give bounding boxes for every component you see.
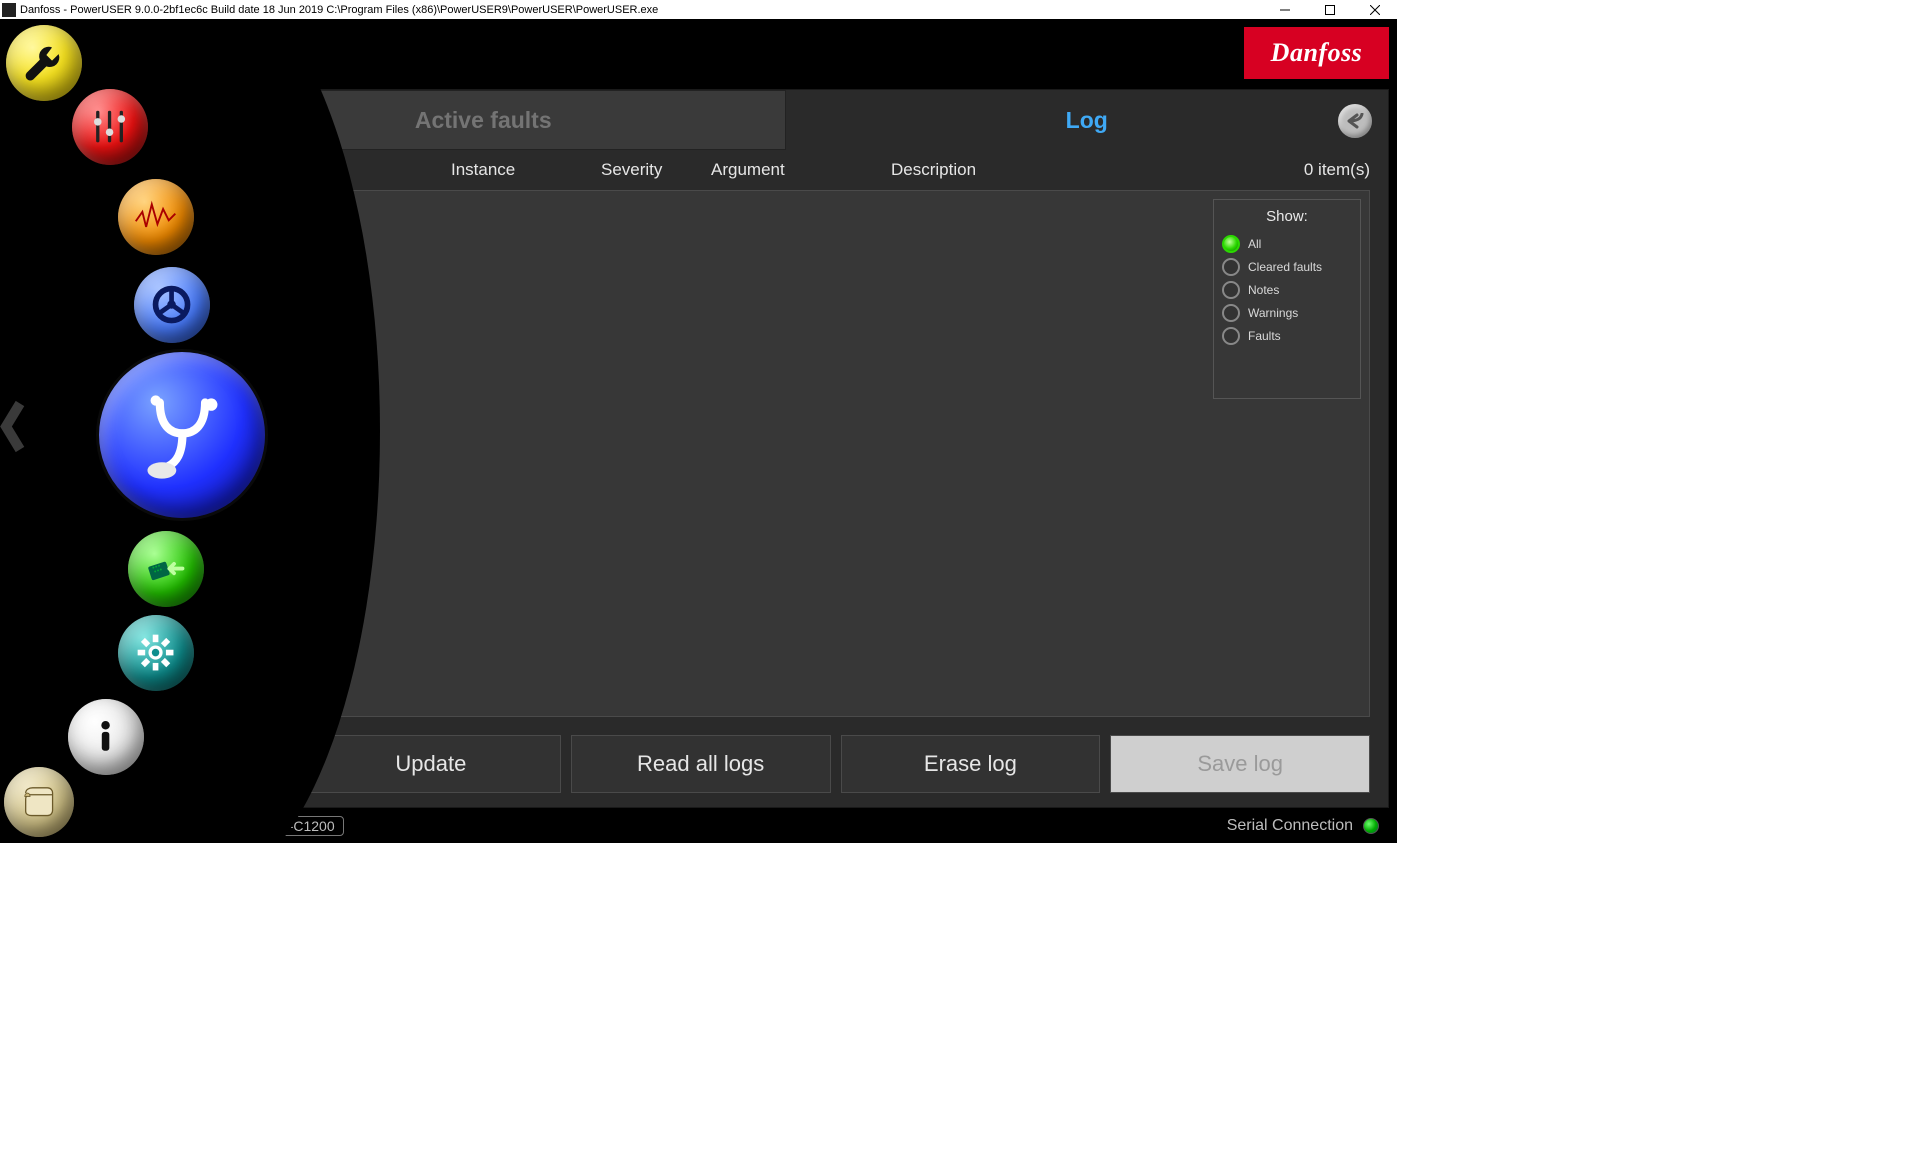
filter-title: Show: (1222, 208, 1352, 225)
nav-gauge[interactable] (134, 267, 210, 343)
radio-icon (1222, 304, 1240, 322)
nav-import[interactable] (128, 531, 204, 607)
nav-tune[interactable] (72, 89, 148, 165)
nav-diagnose[interactable] (96, 349, 268, 521)
back-arrow-icon (1345, 113, 1365, 129)
nav-tools[interactable] (6, 25, 82, 101)
filter-option-warnings[interactable]: Warnings (1222, 304, 1352, 322)
collapse-sidebar-button[interactable] (0, 400, 26, 463)
filter-option-faults[interactable]: Faults (1222, 327, 1352, 345)
filter-option-notes[interactable]: Notes (1222, 281, 1352, 299)
chevron-left-icon (0, 400, 26, 454)
action-button-row: Update Read all logs Erase log Save log (301, 735, 1370, 793)
stethoscope-icon (131, 384, 234, 487)
erase-log-button[interactable]: Erase log (841, 735, 1101, 793)
sliders-icon (86, 103, 133, 150)
status-bar: Inverter EC-C1200 Serial Connection (180, 808, 1397, 843)
tab-log[interactable]: Log (786, 90, 1389, 150)
window-close-button[interactable] (1352, 0, 1397, 19)
radio-icon (1222, 235, 1240, 253)
connection-label: Serial Connection (1227, 817, 1353, 835)
col-argument: Argument (711, 160, 891, 180)
gear-icon (132, 629, 179, 676)
app-icon (2, 3, 16, 17)
nav-info[interactable] (68, 699, 144, 775)
waveform-icon (132, 193, 179, 240)
connection-led-icon (1363, 818, 1379, 834)
window-titlebar: Danfoss - PowerUSER 9.0.0-2bf1ec6c Build… (0, 0, 1397, 19)
window-title: Danfoss - PowerUSER 9.0.0-2bf1ec6c Build… (20, 4, 658, 16)
filter-panel: Show: All Cleared faults Notes Warnings (1213, 199, 1361, 399)
update-button[interactable]: Update (301, 735, 561, 793)
info-icon (82, 713, 129, 760)
steering-icon (148, 281, 195, 328)
nav-scroll[interactable] (4, 767, 74, 837)
log-table-body: Show: All Cleared faults Notes Warnings (301, 190, 1370, 717)
nav-settings[interactable] (118, 615, 194, 691)
filter-label: Warnings (1248, 306, 1298, 320)
radio-icon (1222, 327, 1240, 345)
nav (0, 19, 280, 843)
close-icon (1370, 5, 1380, 15)
read-all-button[interactable]: Read all logs (571, 735, 831, 793)
tab-strip: Active faults Log (181, 90, 1388, 150)
radio-icon (1222, 258, 1240, 276)
log-table-header: Time Instance Severity Argument Descript… (301, 160, 1370, 180)
filter-option-cleared[interactable]: Cleared faults (1222, 258, 1352, 276)
app-root: Danfoss Active faults Log Time Instance … (0, 19, 1397, 843)
save-log-button[interactable]: Save log (1110, 735, 1370, 793)
filter-label: All (1248, 237, 1261, 251)
scroll-icon (17, 780, 60, 823)
col-severity: Severity (601, 160, 711, 180)
minimize-icon (1280, 5, 1290, 15)
col-instance: Instance (451, 160, 601, 180)
wrench-icon (20, 39, 67, 86)
window-minimize-button[interactable] (1262, 0, 1307, 19)
window-maximize-button[interactable] (1307, 0, 1352, 19)
nav-signals[interactable] (118, 179, 194, 255)
col-description: Description (891, 160, 1260, 180)
filter-label: Faults (1248, 329, 1281, 343)
item-count: 0 item(s) (1260, 160, 1370, 180)
chip-arrow-icon (142, 545, 189, 592)
filter-label: Notes (1248, 283, 1279, 297)
maximize-icon (1325, 5, 1335, 15)
filter-label: Cleared faults (1248, 260, 1322, 274)
filter-option-all[interactable]: All (1222, 235, 1352, 253)
brand-logo: Danfoss (1244, 27, 1389, 79)
back-button[interactable] (1338, 104, 1372, 138)
radio-icon (1222, 281, 1240, 299)
